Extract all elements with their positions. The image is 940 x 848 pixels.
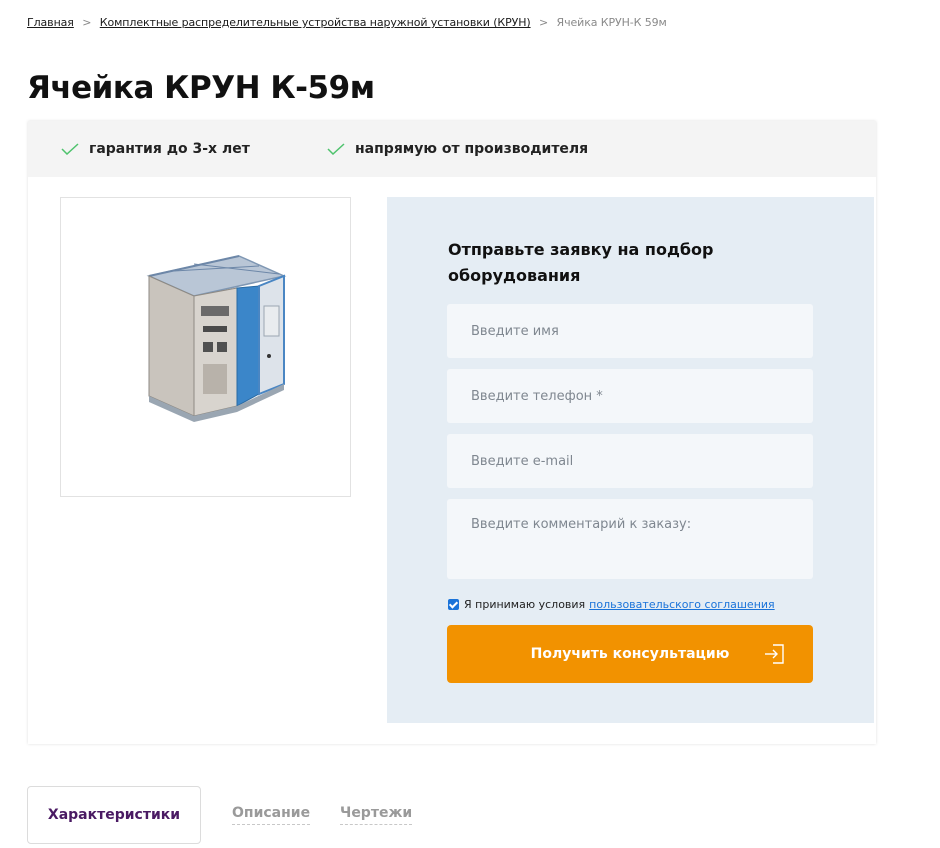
benefit-label: напрямую от производителя	[355, 141, 589, 157]
tab-description[interactable]: Описание	[232, 786, 311, 844]
benefit-direct: напрямую от производителя	[327, 121, 588, 177]
breadcrumb-home-link[interactable]: Главная	[27, 16, 74, 29]
breadcrumb-separator: >	[539, 16, 549, 29]
consultation-form: Отправьте заявку на подбор оборудования …	[387, 197, 874, 723]
breadcrumb-current: Ячейка КРУН-К 59м	[556, 16, 667, 29]
comment-textarea[interactable]	[447, 499, 813, 579]
get-consultation-button[interactable]: Получить консультацию	[447, 625, 813, 683]
check-icon	[327, 143, 345, 155]
submit-label: Получить консультацию	[530, 646, 730, 662]
tab-characteristics[interactable]: Характеристики	[27, 786, 201, 844]
form-title: Отправьте заявку на подбор оборудования	[448, 240, 714, 285]
sign-in-icon	[765, 644, 784, 664]
tab-drawings[interactable]: Чертежи	[340, 786, 413, 844]
name-input[interactable]	[447, 304, 813, 358]
breadcrumb: Главная > Комплектные распределительные …	[27, 16, 667, 29]
breadcrumb-separator: >	[82, 16, 92, 29]
breadcrumb-category-link[interactable]: Комплектные распределительные устройства…	[100, 16, 531, 29]
tab-label: Описание	[232, 805, 311, 825]
agreement-row: Я принимаю условия пользовательского сог…	[448, 598, 775, 611]
page-title: Ячейка КРУН К-59м	[27, 70, 375, 106]
check-icon	[61, 143, 79, 155]
benefit-warranty: гарантия до 3-х лет	[61, 121, 250, 177]
tab-label: Характеристики	[47, 807, 181, 823]
benefit-label: гарантия до 3-х лет	[89, 141, 250, 157]
phone-input[interactable]	[447, 369, 813, 423]
product-image-frame[interactable]	[60, 197, 351, 497]
agreement-checkbox[interactable]	[448, 599, 459, 610]
email-input[interactable]	[447, 434, 813, 488]
agreement-text: Я принимаю условия	[464, 598, 586, 611]
product-image	[146, 255, 287, 422]
product-card: гарантия до 3-х лет напрямую от производ…	[28, 121, 876, 744]
benefits-bar: гарантия до 3-х лет напрямую от производ…	[28, 121, 876, 177]
tab-label: Чертежи	[340, 805, 413, 825]
user-agreement-link[interactable]: пользовательского соглашения	[589, 598, 774, 611]
